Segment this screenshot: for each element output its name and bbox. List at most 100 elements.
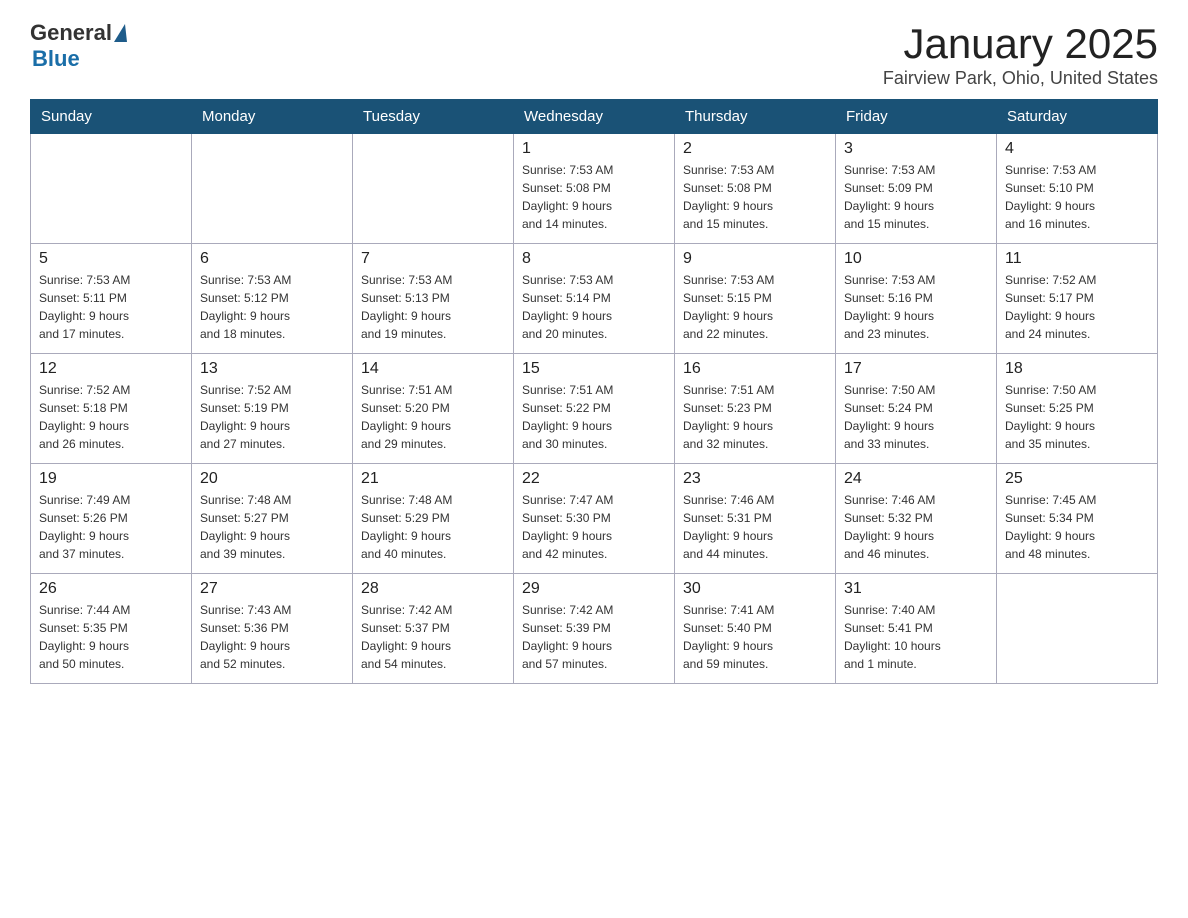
calendar-subtitle: Fairview Park, Ohio, United States xyxy=(883,68,1158,89)
calendar-cell: 5 Sunrise: 7:53 AM Sunset: 5:11 PM Daylig… xyxy=(31,244,192,354)
day-info: Sunrise: 7:53 AM Sunset: 5:16 PM Dayligh… xyxy=(844,271,988,343)
calendar-cell: 3 Sunrise: 7:53 AM Sunset: 5:09 PM Daylig… xyxy=(836,134,997,244)
calendar-cell: 14 Sunrise: 7:51 AM Sunset: 5:20 PM Dayli… xyxy=(353,354,514,464)
calendar-cell: 8Sunrise: 7:53 AM Sunset: 5:14 PM Daylig… xyxy=(514,244,675,354)
day-info: Sunrise: 7:53 AM Sunset: 5:12 PM Dayligh… xyxy=(200,271,344,343)
day-number: 1 xyxy=(522,140,666,158)
day-number: 4 xyxy=(1005,140,1149,158)
calendar-cell: 16 Sunrise: 7:51 AM Sunset: 5:23 PM Dayli… xyxy=(675,354,836,464)
calendar-cell: 31 Sunrise: 7:40 AM Sunset: 5:41 PM Dayli… xyxy=(836,574,997,684)
day-info: Sunrise: 7:47 AM Sunset: 5:30 PM Dayligh… xyxy=(522,491,666,563)
day-info: Sunrise: 7:44 AM Sunset: 5:35 PM Dayligh… xyxy=(39,601,183,673)
calendar-cell: 22 Sunrise: 7:47 AM Sunset: 5:30 PM Dayli… xyxy=(514,464,675,574)
day-info: Sunrise: 7:51 AM Sunset: 5:23 PM Dayligh… xyxy=(683,381,827,453)
calendar-cell: 9 Sunrise: 7:53 AM Sunset: 5:15 PM Daylig… xyxy=(675,244,836,354)
calendar-cell: 10Sunrise: 7:53 AM Sunset: 5:16 PM Dayli… xyxy=(836,244,997,354)
day-number: 17 xyxy=(844,360,988,378)
calendar-cell: 25Sunrise: 7:45 AM Sunset: 5:34 PM Dayli… xyxy=(997,464,1158,574)
header-wednesday: Wednesday xyxy=(514,100,675,134)
calendar-cell: 11 Sunrise: 7:52 AM Sunset: 5:17 PM Dayli… xyxy=(997,244,1158,354)
day-info: Sunrise: 7:53 AM Sunset: 5:09 PM Dayligh… xyxy=(844,161,988,233)
day-number: 31 xyxy=(844,580,988,598)
logo-triangle-icon xyxy=(114,24,127,42)
day-info: Sunrise: 7:52 AM Sunset: 5:18 PM Dayligh… xyxy=(39,381,183,453)
logo-general-text: General xyxy=(30,20,112,46)
day-info: Sunrise: 7:53 AM Sunset: 5:08 PM Dayligh… xyxy=(683,161,827,233)
calendar-cell: 17Sunrise: 7:50 AM Sunset: 5:24 PM Dayli… xyxy=(836,354,997,464)
day-info: Sunrise: 7:52 AM Sunset: 5:19 PM Dayligh… xyxy=(200,381,344,453)
day-info: Sunrise: 7:49 AM Sunset: 5:26 PM Dayligh… xyxy=(39,491,183,563)
header-monday: Monday xyxy=(192,100,353,134)
calendar-cell: 4Sunrise: 7:53 AM Sunset: 5:10 PM Daylig… xyxy=(997,134,1158,244)
day-info: Sunrise: 7:48 AM Sunset: 5:29 PM Dayligh… xyxy=(361,491,505,563)
header-thursday: Thursday xyxy=(675,100,836,134)
logo-blue-text: Blue xyxy=(32,46,80,72)
day-number: 30 xyxy=(683,580,827,598)
day-number: 13 xyxy=(200,360,344,378)
week-row-3: 12 Sunrise: 7:52 AM Sunset: 5:18 PM Dayli… xyxy=(31,354,1158,464)
day-info: Sunrise: 7:46 AM Sunset: 5:31 PM Dayligh… xyxy=(683,491,827,563)
calendar-cell: 15 Sunrise: 7:51 AM Sunset: 5:22 PM Dayli… xyxy=(514,354,675,464)
day-number: 12 xyxy=(39,360,183,378)
calendar-cell: 12 Sunrise: 7:52 AM Sunset: 5:18 PM Dayli… xyxy=(31,354,192,464)
calendar-cell xyxy=(31,134,192,244)
calendar-header-row: SundayMondayTuesdayWednesdayThursdayFrid… xyxy=(31,100,1158,134)
day-info: Sunrise: 7:52 AM Sunset: 5:17 PM Dayligh… xyxy=(1005,271,1149,343)
logo: General Blue xyxy=(30,20,127,72)
day-number: 15 xyxy=(522,360,666,378)
day-info: Sunrise: 7:43 AM Sunset: 5:36 PM Dayligh… xyxy=(200,601,344,673)
day-number: 21 xyxy=(361,470,505,488)
calendar-cell: 30Sunrise: 7:41 AM Sunset: 5:40 PM Dayli… xyxy=(675,574,836,684)
day-number: 16 xyxy=(683,360,827,378)
day-info: Sunrise: 7:51 AM Sunset: 5:20 PM Dayligh… xyxy=(361,381,505,453)
calendar-cell: 19Sunrise: 7:49 AM Sunset: 5:26 PM Dayli… xyxy=(31,464,192,574)
day-number: 22 xyxy=(522,470,666,488)
title-section: January 2025 Fairview Park, Ohio, United… xyxy=(883,20,1158,89)
day-info: Sunrise: 7:40 AM Sunset: 5:41 PM Dayligh… xyxy=(844,601,988,673)
calendar-title: January 2025 xyxy=(883,20,1158,68)
day-number: 9 xyxy=(683,250,827,268)
calendar-cell: 29 Sunrise: 7:42 AM Sunset: 5:39 PM Dayli… xyxy=(514,574,675,684)
day-info: Sunrise: 7:53 AM Sunset: 5:08 PM Dayligh… xyxy=(522,161,666,233)
day-number: 25 xyxy=(1005,470,1149,488)
day-number: 8 xyxy=(522,250,666,268)
day-number: 23 xyxy=(683,470,827,488)
calendar-cell: 13 Sunrise: 7:52 AM Sunset: 5:19 PM Dayli… xyxy=(192,354,353,464)
day-info: Sunrise: 7:53 AM Sunset: 5:15 PM Dayligh… xyxy=(683,271,827,343)
day-number: 11 xyxy=(1005,250,1149,268)
calendar-cell: 18Sunrise: 7:50 AM Sunset: 5:25 PM Dayli… xyxy=(997,354,1158,464)
calendar-cell: 2 Sunrise: 7:53 AM Sunset: 5:08 PM Daylig… xyxy=(675,134,836,244)
week-row-2: 5 Sunrise: 7:53 AM Sunset: 5:11 PM Daylig… xyxy=(31,244,1158,354)
calendar-cell: 7 Sunrise: 7:53 AM Sunset: 5:13 PM Daylig… xyxy=(353,244,514,354)
day-number: 20 xyxy=(200,470,344,488)
calendar-cell: 1 Sunrise: 7:53 AM Sunset: 5:08 PM Daylig… xyxy=(514,134,675,244)
header-saturday: Saturday xyxy=(997,100,1158,134)
day-number: 28 xyxy=(361,580,505,598)
header-sunday: Sunday xyxy=(31,100,192,134)
day-info: Sunrise: 7:53 AM Sunset: 5:13 PM Dayligh… xyxy=(361,271,505,343)
day-info: Sunrise: 7:46 AM Sunset: 5:32 PM Dayligh… xyxy=(844,491,988,563)
day-number: 24 xyxy=(844,470,988,488)
week-row-1: 1 Sunrise: 7:53 AM Sunset: 5:08 PM Daylig… xyxy=(31,134,1158,244)
day-number: 5 xyxy=(39,250,183,268)
day-info: Sunrise: 7:42 AM Sunset: 5:39 PM Dayligh… xyxy=(522,601,666,673)
day-info: Sunrise: 7:42 AM Sunset: 5:37 PM Dayligh… xyxy=(361,601,505,673)
calendar-cell xyxy=(997,574,1158,684)
calendar-cell: 21 Sunrise: 7:48 AM Sunset: 5:29 PM Dayli… xyxy=(353,464,514,574)
day-info: Sunrise: 7:51 AM Sunset: 5:22 PM Dayligh… xyxy=(522,381,666,453)
day-number: 7 xyxy=(361,250,505,268)
calendar-cell: 20 Sunrise: 7:48 AM Sunset: 5:27 PM Dayli… xyxy=(192,464,353,574)
day-info: Sunrise: 7:48 AM Sunset: 5:27 PM Dayligh… xyxy=(200,491,344,563)
calendar-cell: 26 Sunrise: 7:44 AM Sunset: 5:35 PM Dayli… xyxy=(31,574,192,684)
calendar-cell: 27Sunrise: 7:43 AM Sunset: 5:36 PM Dayli… xyxy=(192,574,353,684)
calendar-cell: 6 Sunrise: 7:53 AM Sunset: 5:12 PM Daylig… xyxy=(192,244,353,354)
day-number: 29 xyxy=(522,580,666,598)
day-info: Sunrise: 7:50 AM Sunset: 5:25 PM Dayligh… xyxy=(1005,381,1149,453)
week-row-4: 19Sunrise: 7:49 AM Sunset: 5:26 PM Dayli… xyxy=(31,464,1158,574)
day-number: 3 xyxy=(844,140,988,158)
day-number: 2 xyxy=(683,140,827,158)
day-info: Sunrise: 7:53 AM Sunset: 5:11 PM Dayligh… xyxy=(39,271,183,343)
day-number: 14 xyxy=(361,360,505,378)
day-number: 6 xyxy=(200,250,344,268)
day-number: 26 xyxy=(39,580,183,598)
